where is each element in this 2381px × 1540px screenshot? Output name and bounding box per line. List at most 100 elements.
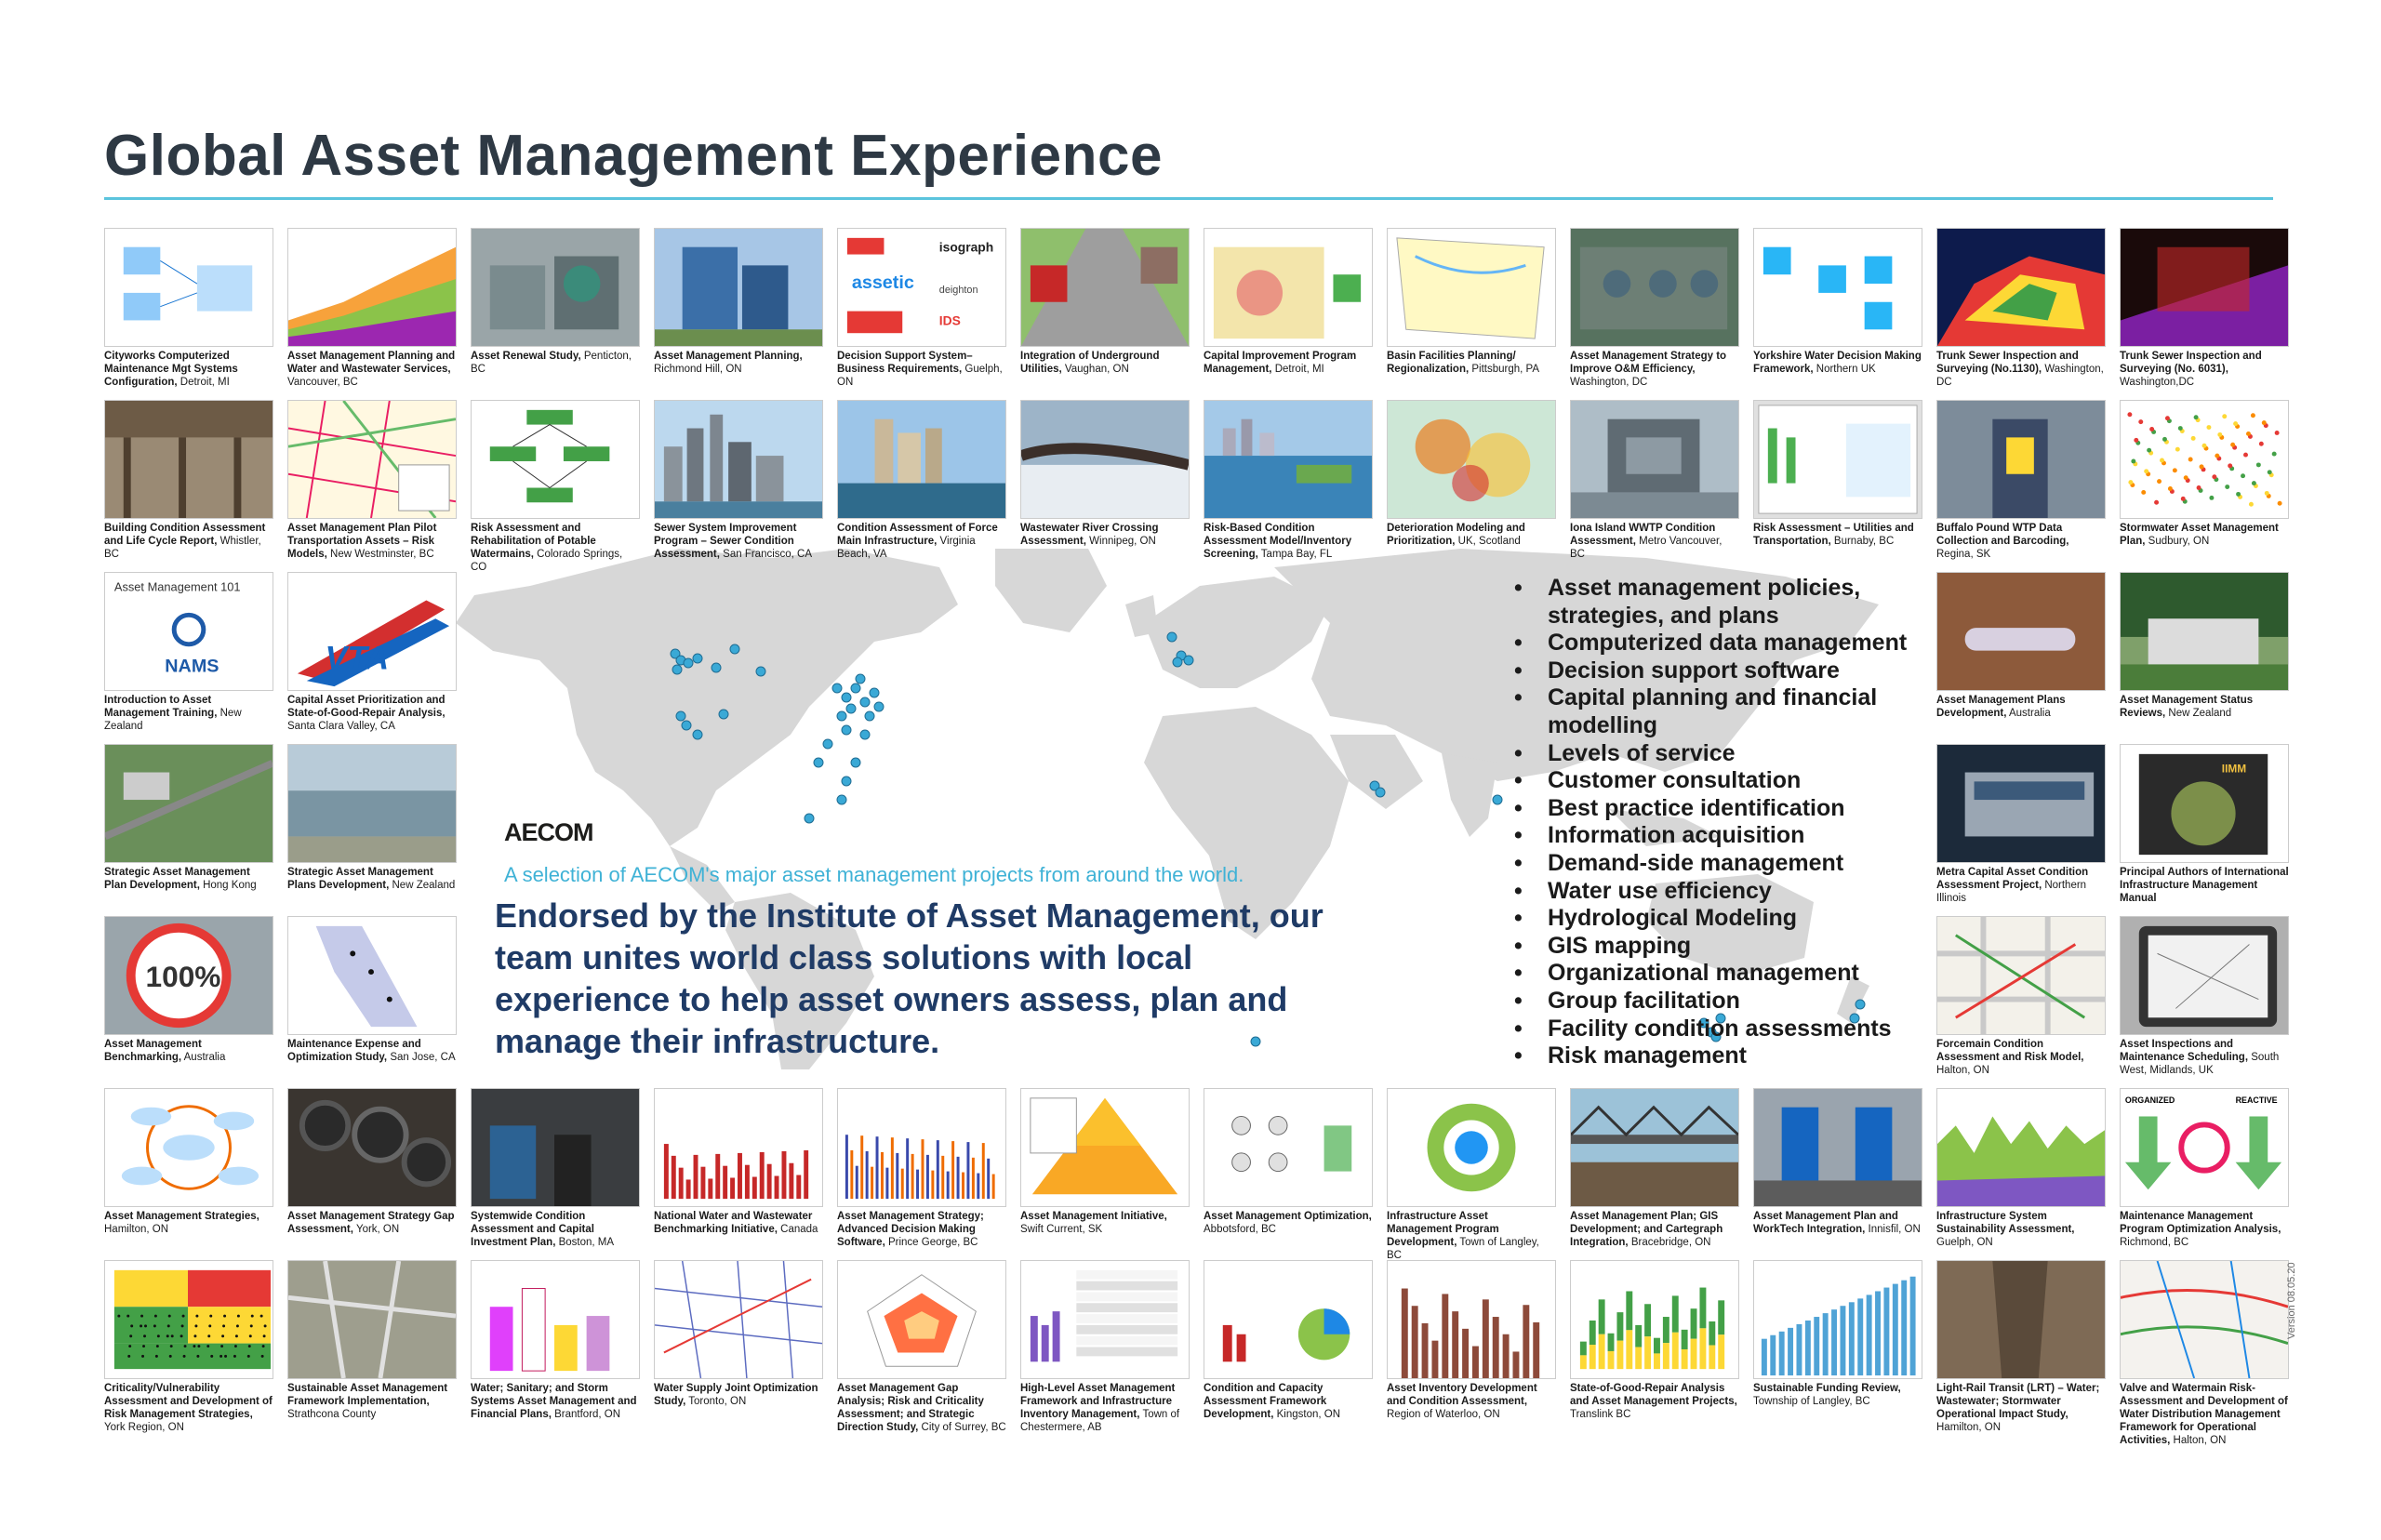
- project-thumbnail: [837, 1260, 1006, 1379]
- service-item: Capital planning and financial modelling: [1514, 684, 1923, 739]
- project-card: Sustainable Funding Review, Township of …: [1753, 1260, 1922, 1408]
- svg-text:REACTIVE: REACTIVE: [2236, 1095, 2278, 1105]
- project-title: Forcemain Condition Assessment and Risk …: [1936, 1039, 2084, 1063]
- project-thumbnail: [287, 400, 457, 519]
- project-card: Risk Assessment and Rehabilitation of Po…: [471, 400, 640, 574]
- project-card: Asset Inventory Development and Conditio…: [1387, 1260, 1556, 1421]
- project-thumbnail: [1020, 1260, 1190, 1379]
- project-thumbnail: [1936, 1260, 2106, 1379]
- project-thumbnail: [1387, 228, 1556, 347]
- project-title: Asset Management Initiative,: [1020, 1211, 1167, 1222]
- project-thumbnail: [1204, 1260, 1373, 1379]
- project-caption: Building Condition Assessment and Life C…: [104, 522, 273, 561]
- project-card: Light-Rail Transit (LRT) – Water; Wastew…: [1936, 1260, 2106, 1434]
- project-card: Asset Management Initiative, Swift Curre…: [1020, 1088, 1190, 1236]
- project-card: Building Condition Assessment and Life C…: [104, 400, 273, 561]
- project-card: Cityworks Computerized Maintenance Mgt S…: [104, 228, 273, 389]
- project-caption: Deterioration Modeling and Prioritizatio…: [1387, 522, 1556, 548]
- service-item: GIS mapping: [1514, 933, 1923, 961]
- project-thumbnail: [287, 744, 457, 863]
- project-thumbnail: [471, 400, 640, 519]
- project-caption: Trunk Sewer Inspection and Surveying (No…: [1936, 350, 2106, 389]
- project-location: Brantford, ON: [551, 1409, 621, 1420]
- project-location: New Westminster, BC: [326, 549, 434, 560]
- aecom-logo: AECOM: [504, 818, 593, 846]
- project-title: Asset Management Strategy to Improve O&M…: [1570, 351, 1727, 375]
- project-location: San Francisco, CA: [719, 549, 813, 560]
- project-thumbnail: [104, 1260, 273, 1379]
- project-card: Asset Management 101 NAMS Introduction to …: [104, 572, 273, 733]
- project-title: Capital Asset Prioritization and State-o…: [287, 695, 446, 719]
- project-card: Asset Management Strategy to Improve O&M…: [1570, 228, 1739, 389]
- project-location: Sudbury, ON: [2145, 536, 2210, 547]
- project-title: Asset Inspections and Maintenance Schedu…: [2120, 1039, 2249, 1063]
- tagline: A selection of AECOM's major asset manag…: [504, 863, 1244, 886]
- svg-text:deighton: deighton: [939, 285, 978, 296]
- project-thumbnail: 100%: [104, 916, 273, 1035]
- project-caption: State-of-Good-Repair Analysis and Asset …: [1570, 1382, 1739, 1421]
- project-thumbnail: IIMM: [2120, 744, 2289, 863]
- project-thumbnail: [654, 400, 823, 519]
- project-location: Vancouver, BC: [287, 377, 358, 388]
- project-caption: Valve and Watermain Risk-Assessment and …: [2120, 1382, 2289, 1447]
- project-location: City of Surrey, BC: [918, 1422, 1006, 1433]
- svg-text:IIMM: IIMM: [2222, 763, 2246, 776]
- project-caption: Asset Management Optimization, Abbotsfor…: [1204, 1210, 1373, 1236]
- project-caption: Condition and Capacity Assessment Framew…: [1204, 1382, 1373, 1421]
- service-item: Water use efficiency: [1514, 878, 1923, 906]
- project-card: Basin Facilities Planning/ Regionalizati…: [1387, 228, 1556, 376]
- project-caption: Asset Management Plan and WorkTech Integ…: [1753, 1210, 1922, 1236]
- project-thumbnail: [1570, 1260, 1739, 1379]
- project-thumbnail: [654, 1260, 823, 1379]
- project-caption: Criticality/Vulnerability Assessment and…: [104, 1382, 273, 1434]
- project-card: Systemwide Condition Assessment and Capi…: [471, 1088, 640, 1249]
- project-title: Asset Renewal Study,: [471, 351, 581, 362]
- project-card: Deterioration Modeling and Prioritizatio…: [1387, 400, 1556, 548]
- project-thumbnail: [471, 228, 640, 347]
- project-thumbnail: [1020, 1088, 1190, 1207]
- project-card: Infrastructure System Sustainability Ass…: [1936, 1088, 2106, 1249]
- project-card: Capital Improvement Program Management, …: [1204, 228, 1373, 376]
- project-title: Maintenance Management Program Optimizat…: [2120, 1211, 2281, 1235]
- project-card: Asset Management Plan; GIS Development; …: [1570, 1088, 1739, 1249]
- project-caption: Strategic Asset Management Plans Develop…: [287, 866, 457, 892]
- project-thumbnail: [1753, 1260, 1922, 1379]
- project-location: Burnaby, BC: [1830, 536, 1895, 547]
- project-card: Asset Inspections and Maintenance Schedu…: [2120, 916, 2289, 1077]
- project-caption: Introduction to Asset Management Trainin…: [104, 694, 273, 733]
- project-card: Yorkshire Water Decision Making Framewor…: [1753, 228, 1922, 376]
- project-caption: Asset Management Plans Development, Aust…: [1936, 694, 2106, 720]
- endorsement-statement: Endorsed by the Institute of Asset Manag…: [495, 896, 1324, 1060]
- project-card: Buffalo Pound WTP Data Collection and Ba…: [1936, 400, 2106, 561]
- project-card: Asset Management Strategy; Advanced Deci…: [837, 1088, 1006, 1249]
- project-title: State-of-Good-Repair Analysis and Asset …: [1570, 1383, 1737, 1407]
- project-caption: Asset Management Gap Analysis; Risk and …: [837, 1382, 1006, 1434]
- project-thumbnail: [654, 1088, 823, 1207]
- svg-text:100%: 100%: [146, 960, 221, 993]
- project-card: Asset Management Strategy Gap Assessment…: [287, 1088, 457, 1236]
- svg-text:assetic: assetic: [852, 272, 914, 293]
- project-thumbnail: [1570, 228, 1739, 347]
- project-caption: Principal Authors of International Infra…: [2120, 866, 2289, 905]
- svg-text:Asset Management 101: Asset Management 101: [114, 580, 241, 594]
- service-item: Levels of service: [1514, 740, 1923, 768]
- project-card: Sustainable Asset Management Framework I…: [287, 1260, 457, 1421]
- svg-text:isograph: isograph: [939, 240, 993, 255]
- project-card: Asset Management Status Reviews, New Zea…: [2120, 572, 2289, 720]
- project-location: New Zealand: [2165, 708, 2232, 719]
- project-thumbnail: [1936, 916, 2106, 1035]
- project-thumbnail: [1020, 400, 1190, 519]
- page-title: Global Asset Management Experience: [104, 124, 1163, 188]
- version-label: Version 08.05.20: [2286, 1262, 2297, 1339]
- project-title: Principal Authors of International Infra…: [2120, 867, 2289, 904]
- project-thumbnail: [837, 400, 1006, 519]
- project-thumbnail: [1936, 400, 2106, 519]
- project-thumbnail: [1570, 1088, 1739, 1207]
- project-location: Toronto, ON: [685, 1396, 747, 1407]
- project-thumbnail: [1204, 228, 1373, 347]
- project-card: ORGANIZED REACTIVE Maintenance Management …: [2120, 1088, 2289, 1249]
- project-thumbnail: [104, 744, 273, 863]
- project-location: Bracebridge, ON: [1628, 1237, 1711, 1248]
- project-location: Region of Waterloo, ON: [1387, 1409, 1500, 1420]
- project-caption: Condition Assessment of Force Main Infra…: [837, 522, 1006, 561]
